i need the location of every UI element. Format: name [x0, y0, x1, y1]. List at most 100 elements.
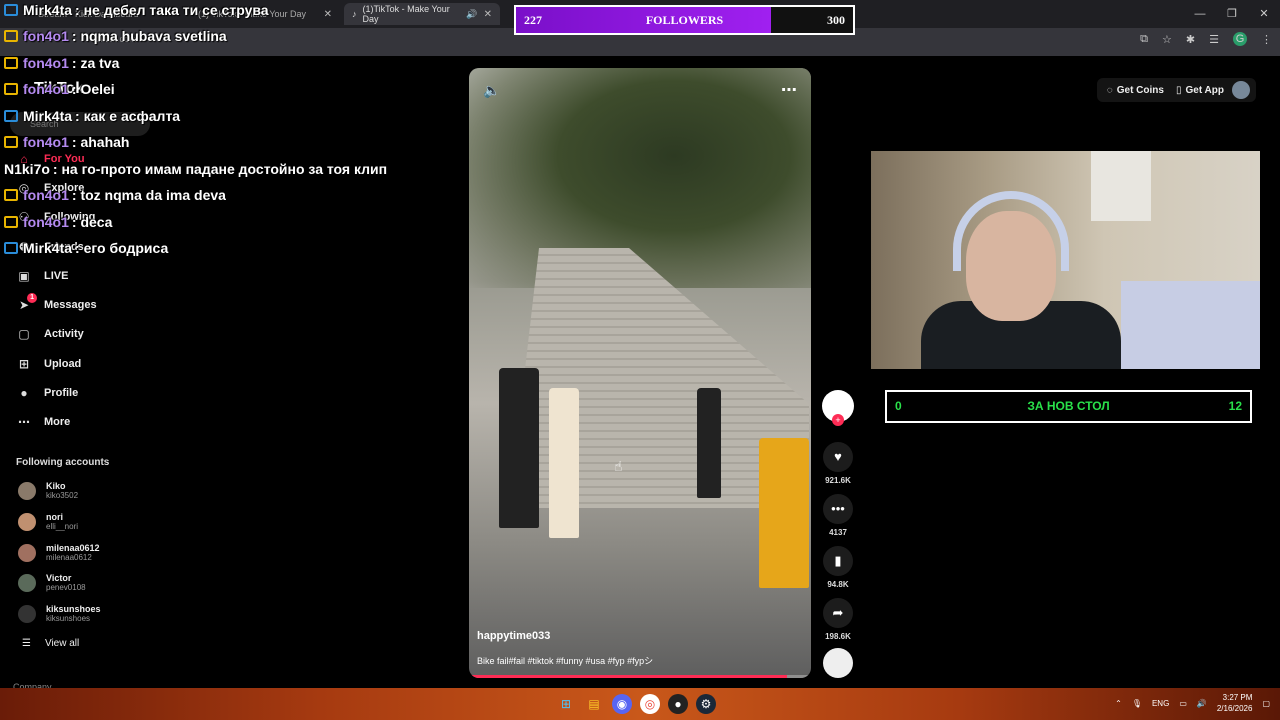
- chrome-icon[interactable]: ◎: [640, 694, 660, 714]
- share-button[interactable]: ➦ 198.6K: [820, 598, 856, 641]
- video-person: [697, 388, 721, 498]
- minimize-button[interactable]: —: [1184, 0, 1216, 28]
- profile-avatar-icon[interactable]: G: [1233, 32, 1247, 46]
- creator-avatar[interactable]: +: [822, 390, 854, 426]
- chat-badge-icon: [4, 189, 18, 201]
- upload-icon: ⊞: [18, 357, 30, 371]
- mute-icon[interactable]: 🔈: [483, 82, 500, 99]
- avatar: [18, 481, 36, 500]
- discord-icon[interactable]: ◉: [612, 694, 632, 714]
- chat-badge-icon: [4, 57, 18, 69]
- maximize-button[interactable]: ❐: [1216, 0, 1248, 28]
- tiktok-favicon-icon: ♪: [352, 9, 357, 19]
- browser-tab-tiktok-active[interactable]: ♪ (1)TikTok - Make Your Day 🔊 ✕: [344, 3, 500, 25]
- like-count: 921.6K: [825, 476, 851, 485]
- network-icon[interactable]: ▭: [1179, 699, 1187, 708]
- cast-icon[interactable]: ⧉: [1140, 33, 1148, 46]
- mouse-cursor-icon: ☝: [614, 458, 623, 474]
- video-caption: Bike fail#fail #tiktok #funny #usa #fyp …: [477, 656, 654, 666]
- coin-icon: ◌: [1106, 84, 1113, 96]
- audio-icon[interactable]: 🔊: [466, 9, 477, 20]
- video-progress-fill: [469, 675, 788, 678]
- chat-badge-icon: [4, 110, 18, 122]
- like-button[interactable]: ♥ 921.6K: [820, 442, 856, 485]
- chevron-up-icon[interactable]: ⌃: [1115, 699, 1122, 708]
- extensions-icon[interactable]: ✱: [1186, 33, 1195, 46]
- file-explorer-icon[interactable]: ▤: [584, 694, 604, 714]
- goal-label: ЗА НОВ СТОЛ: [1027, 399, 1110, 413]
- followers-target: 300: [827, 13, 845, 27]
- close-icon[interactable]: ✕: [324, 9, 332, 20]
- following-account[interactable]: kiksunshoes kiksunshoes: [18, 604, 101, 623]
- following-accounts-heading: Following accounts: [16, 457, 110, 468]
- user-avatar[interactable]: [1232, 81, 1250, 99]
- more-options-icon[interactable]: ⋯: [781, 80, 797, 100]
- language-indicator[interactable]: ENG: [1152, 699, 1169, 708]
- avatar: [18, 543, 36, 562]
- profile-icon: ●: [20, 386, 28, 400]
- video-person: [549, 388, 579, 538]
- close-window-button[interactable]: ✕: [1248, 0, 1280, 28]
- nav-upload[interactable]: ⊞ Upload: [16, 357, 81, 371]
- view-all-link[interactable]: ☰ View all: [22, 638, 79, 649]
- video-author[interactable]: happytime033: [477, 630, 550, 642]
- nav-more[interactable]: ⋯ More: [16, 415, 70, 429]
- comment-count: 4137: [829, 528, 847, 537]
- notifications-icon[interactable]: ▢: [1262, 699, 1270, 708]
- more-icon: ⋯: [18, 415, 30, 429]
- menu-kebab-icon[interactable]: ⋮: [1261, 33, 1272, 46]
- goal-target: 12: [1228, 399, 1242, 413]
- webcam-headset: [953, 191, 1069, 271]
- windows-taskbar: ⊞ ▤ ◉ ◎ ● ⚙ ⌃ 🎙 ENG ▭ 🔊 3:27 PM 2/16/202…: [0, 688, 1280, 720]
- chat-message: fon4o1: Oelei: [4, 81, 115, 97]
- donation-goal-bar: 0 ЗА НОВ СТОЛ 12: [885, 390, 1252, 423]
- comment-button[interactable]: ••• 4137: [820, 494, 856, 537]
- chat-message: fon4o1: nqma hubava svetlina: [4, 28, 227, 44]
- webcam-feed: [871, 151, 1260, 369]
- video-scene-trees: [469, 68, 811, 288]
- list-icon: ☰: [22, 638, 31, 649]
- microphone-icon[interactable]: 🎙: [1132, 699, 1142, 708]
- steam-icon[interactable]: ⚙: [696, 694, 716, 714]
- get-app-button[interactable]: ▯ Get App: [1172, 85, 1228, 96]
- video-player[interactable]: 🔈 ⋯ happytime033 Bike fail#fail #tiktok …: [469, 68, 811, 678]
- chat-badge-icon: [4, 83, 18, 95]
- following-account[interactable]: nori elli__nori: [18, 512, 78, 531]
- bookmark-star-icon[interactable]: ☆: [1162, 33, 1172, 46]
- chat-message: N1ki7o: на го-прото имам падане достойно…: [4, 161, 388, 177]
- obs-icon[interactable]: ●: [668, 694, 688, 714]
- following-account[interactable]: Victor penev0108: [18, 573, 86, 592]
- webcam-bed: [1121, 281, 1260, 369]
- address-bar-icons: ⧉ ☆ ✱ ☰ G ⋮: [1140, 32, 1272, 46]
- top-right-actions: ◌ Get Coins ▯ Get App: [1096, 78, 1256, 102]
- taskbar-apps: ⊞ ▤ ◉ ◎ ● ⚙: [556, 694, 716, 714]
- following-account[interactable]: Kiko kiko3502: [18, 481, 78, 500]
- windows-start-icon[interactable]: ⊞: [556, 694, 576, 714]
- following-account[interactable]: milenaa0612 milenaa0612: [18, 543, 100, 562]
- close-icon[interactable]: ✕: [484, 9, 492, 20]
- nav-live[interactable]: ▣ LIVE: [16, 269, 68, 283]
- nav-profile[interactable]: ● Profile: [16, 386, 78, 400]
- avatar: [18, 512, 36, 531]
- reading-list-icon[interactable]: ☰: [1209, 33, 1219, 46]
- send-icon: ➤ 1: [16, 293, 37, 312]
- volume-icon[interactable]: 🔊: [1197, 699, 1207, 708]
- chat-message: Mirk4ta: его бодриса: [4, 240, 168, 256]
- clock[interactable]: 3:27 PM 2/16/2026: [1217, 692, 1253, 714]
- share-count: 198.6K: [825, 632, 851, 641]
- messages-badge: 1: [27, 293, 37, 303]
- nav-activity[interactable]: ▢ Activity: [16, 327, 83, 341]
- save-count: 94.8K: [827, 580, 849, 589]
- video-person: [499, 368, 539, 528]
- music-disc[interactable]: [823, 648, 853, 678]
- heart-icon: ♥: [823, 442, 853, 472]
- follow-plus-icon[interactable]: +: [832, 414, 844, 426]
- followers-goal-bar: 227 FOLLOWERS 300: [514, 5, 855, 35]
- get-coins-button[interactable]: ◌ Get Coins: [1103, 85, 1168, 96]
- followers-label: FOLLOWERS: [645, 13, 724, 27]
- nav-messages[interactable]: ➤ 1 Messages: [16, 293, 97, 312]
- phone-icon: ▯: [1175, 84, 1182, 96]
- live-icon: ▣: [18, 269, 30, 283]
- chat-message: fon4o1: ahahah: [4, 134, 129, 150]
- save-button[interactable]: ▮ 94.8K: [820, 546, 856, 589]
